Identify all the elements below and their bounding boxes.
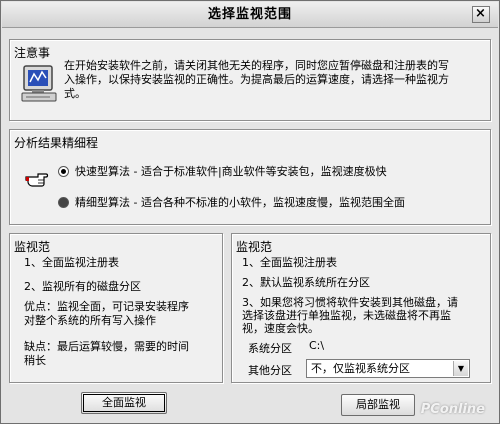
notice-text-line-1: 在开始安装软件之前，请关闭其他无关的程序，同时您应暂停磁盘和注册表的写 [64, 59, 449, 72]
full-cons-line-2: 稍长 [24, 354, 46, 367]
partial-monitor-panel: 监视范 1、全面监视注册表 2、默认监视系统所在分区 3、如果您将习惯将软件安装… [231, 233, 491, 383]
notice-text-line-3: 式。 [64, 87, 86, 100]
radio-fine-indicator[interactable] [58, 196, 69, 208]
system-partition-field: C:\ [306, 338, 426, 356]
full-cons-line-1: 缺点：最后运算较慢，需要的时间 [24, 340, 189, 353]
partial-item3-line-2: 选择该盘进行单独监视，未选磁盘将不再监 [242, 309, 451, 322]
partial-item3-line-3: 视，速度会快。 [242, 322, 319, 335]
analysis-precision-panel: 分析结果精细程 快速型算法 - 适合于标准软件|商业软件等安装包，监视速度极快 … [9, 129, 491, 225]
partial-monitor-title: 监视范 [236, 240, 273, 254]
radio-fine-algorithm[interactable]: 精细型算法 - 适合各种不标准的小软件，监视速度慢，监视范围全面 [58, 194, 405, 210]
system-partition-label: 系统分区 [248, 342, 292, 355]
full-pros-line-2: 对整个系统的所有写入操作 [24, 314, 156, 327]
analysis-precision-title: 分析结果精细程 [14, 136, 99, 150]
other-partition-label: 其他分区 [248, 364, 292, 377]
watermark-logo: PConline [420, 402, 485, 417]
full-item-all-disks: 2、监视所有的磁盘分区 [24, 280, 141, 293]
notice-panel: 注意事 在开始安装软件之前，请关闭其他无关的程序，同时您应暂停磁盘和注册表的写 … [9, 39, 491, 121]
pointing-hand-icon [25, 173, 49, 187]
full-item-registry: 1、全面监视注册表 [24, 256, 119, 269]
chevron-down-icon[interactable]: ▼ [453, 361, 468, 376]
full-monitor-title: 监视范 [14, 240, 51, 254]
computer-monitor-icon [21, 65, 57, 102]
radio-fast-algorithm[interactable]: 快速型算法 - 适合于标准软件|商业软件等安装包，监视速度极快 [58, 163, 387, 179]
notice-title: 注意事 [14, 46, 51, 60]
radio-fast-label: 快速型算法 - 适合于标准软件|商业软件等安装包，监视速度极快 [75, 165, 387, 178]
window-title: 选择监视范围 [207, 7, 292, 22]
radio-fast-indicator[interactable] [58, 165, 69, 177]
full-pros-line-1: 优点：监视全面，可记录安装程序 [24, 300, 189, 313]
notice-text-line-2: 入操作，以保持安装监视的正确性。为提高最后的运算速度，请选择一种监视方 [64, 73, 449, 86]
partial-monitor-button[interactable]: 局部监视 [341, 394, 415, 416]
full-monitor-panel: 监视范 1、全面监视注册表 2、监视所有的磁盘分区 优点：监视全面，可记录安装程… [9, 233, 223, 383]
partial-item-system-partition: 2、默认监视系统所在分区 [242, 276, 370, 289]
partial-item3-line-1: 3、如果您将习惯将软件安装到其他磁盘，请 [242, 296, 458, 309]
other-partition-select[interactable]: 不，仅监视系统分区 ▼ [306, 359, 470, 378]
other-partition-value: 不，仅监视系统分区 [311, 362, 410, 375]
dialog-window: 选择监视范围 × 注意事 在开始安装软件之前，请关闭其他无关的程序，同时您应暂停… [0, 0, 500, 424]
close-button[interactable]: × [472, 6, 490, 23]
radio-fine-label: 精细型算法 - 适合各种不标准的小软件，监视速度慢，监视范围全面 [75, 196, 405, 209]
partial-item-registry: 1、全面监视注册表 [242, 256, 337, 269]
full-monitor-button[interactable]: 全面监视 [81, 392, 167, 414]
title-bar: 选择监视范围 × [2, 2, 498, 28]
